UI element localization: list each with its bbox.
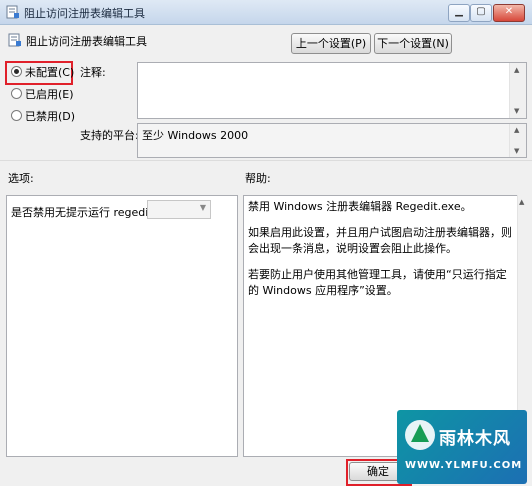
watermark: 雨林木风 WWW.YLMFU.COM [397,410,527,484]
watermark-url: WWW.YLMFU.COM [405,460,523,471]
close-button[interactable]: ✕ [493,4,525,22]
policy-icon [8,33,21,47]
regedit-dropdown[interactable]: ▼ [147,200,211,219]
radio-not-configured[interactable]: 未配置(C) [11,64,74,80]
comment-scrollbar[interactable]: ▲ ▼ [509,63,526,118]
help-label: 帮助: [245,172,271,185]
radio-label: 已禁用(D) [25,110,76,123]
chevron-down-icon: ▼ [199,203,206,212]
radio-label: 已启用(E) [25,88,74,101]
help-paragraph: 若要防止用户使用其他管理工具，请使用“只运行指定的 Windows 应用程序”设… [248,268,507,297]
options-label: 选项: [8,172,34,185]
minimize-button[interactable]: ▁ [448,4,470,22]
scroll-down-icon[interactable]: ▼ [514,147,519,155]
policy-icon [6,5,19,19]
comment-field[interactable]: ▲ ▼ [137,62,527,119]
section-divider [0,160,532,161]
radio-enabled[interactable]: 已启用(E) [11,86,74,102]
policy-name: 阻止访问注册表编辑工具 [26,35,147,48]
regedit-prompt: 是否禁用无提示运行 regedit？ [11,206,164,219]
scroll-down-icon[interactable]: ▼ [514,107,519,115]
watermark-brand: 雨林木风 [439,429,511,449]
scroll-up-icon[interactable]: ▲ [514,66,519,74]
maximize-button[interactable]: ▢ [470,4,492,22]
next-setting-button[interactable]: 下一个设置(N) [374,33,452,54]
options-pane: 是否禁用无提示运行 regedit？ [6,195,238,457]
previous-setting-button[interactable]: 上一个设置(P) [291,33,371,54]
radio-label: 未配置(C) [25,66,75,79]
help-paragraph: 禁用 Windows 注册表编辑器 Regedit.exe。 [248,200,472,213]
scroll-up-icon[interactable]: ▲ [519,198,524,206]
close-icon: ✕ [504,6,514,17]
platform-field: 至少 Windows 2000 ▲ ▼ [137,123,527,158]
help-text: 禁用 Windows 注册表编辑器 Regedit.exe。 如果启用此设置，并… [248,199,514,309]
watermark-logo-icon [405,420,435,450]
title-bar: 阻止访问注册表编辑工具 ▁ ▢ ✕ [0,0,532,25]
radio-button-icon [11,110,22,121]
platform-value: 至少 Windows 2000 [142,129,249,142]
window-title: 阻止访问注册表编辑工具 [24,7,145,20]
platform-scrollbar[interactable]: ▲ ▼ [509,124,526,157]
minimize-icon: ▁ [455,6,463,17]
radio-button-icon [11,88,22,99]
platform-label: 支持的平台: [80,129,139,142]
radio-disabled[interactable]: 已禁用(D) [11,108,75,124]
maximize-icon: ▢ [476,6,486,17]
radio-button-icon [11,66,22,77]
help-paragraph: 如果启用此设置，并且用户试图启动注册表编辑器，则会出现一条消息，说明设置会阻止此… [248,226,512,255]
comment-label: 注释: [80,66,106,79]
scroll-up-icon[interactable]: ▲ [514,126,519,134]
